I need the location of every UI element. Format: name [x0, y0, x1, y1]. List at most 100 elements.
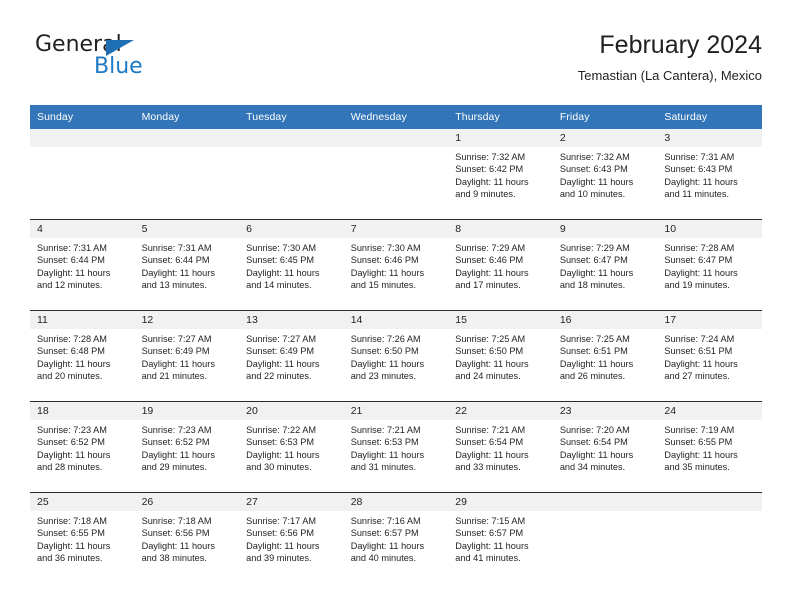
- calendar-day-cell[interactable]: 7 Sunrise: 7:30 AM Sunset: 6:46 PM Dayli…: [343, 220, 449, 311]
- calendar-day-cell[interactable]: 26 Sunrise: 7:18 AM Sunset: 6:56 PM Dayl…: [134, 493, 240, 584]
- calendar-day-cell[interactable]: 8 Sunrise: 7:29 AM Sunset: 6:46 PM Dayli…: [448, 220, 553, 311]
- daylight-text-line1: Daylight: 11 hours: [664, 176, 738, 187]
- calendar-day-cell[interactable]: 29 Sunrise: 7:15 AM Sunset: 6:57 PM Dayl…: [448, 493, 553, 584]
- sunrise-text: Sunrise: 7:26 AM: [350, 334, 421, 344]
- calendar-day-cell[interactable]: 2 Sunrise: 7:32 AM Sunset: 6:43 PM Dayli…: [552, 129, 658, 220]
- page-subtitle: Temastian (La Cantera), Mexico: [577, 68, 762, 83]
- calendar-day-cell[interactable]: 28 Sunrise: 7:16 AM Sunset: 6:57 PM Dayl…: [343, 493, 449, 584]
- sunrise-text: Sunrise: 7:27 AM: [246, 334, 317, 344]
- calendar-day-cell[interactable]: 1 Sunrise: 7:32 AM Sunset: 6:42 PM Dayli…: [448, 129, 553, 220]
- calendar-day-cell[interactable]: 24 Sunrise: 7:19 AM Sunset: 6:55 PM Dayl…: [657, 402, 762, 493]
- daylight-text-line1: Daylight: 11 hours: [141, 540, 215, 551]
- calendar-page: General Blue February 2024 Temastian (La…: [0, 0, 792, 612]
- day-details: Sunrise: 7:25 AM Sunset: 6:50 PM Dayligh…: [448, 329, 553, 382]
- calendar-day-cell[interactable]: 12 Sunrise: 7:27 AM Sunset: 6:49 PM Dayl…: [134, 311, 240, 402]
- calendar-day-cell[interactable]: 16 Sunrise: 7:25 AM Sunset: 6:51 PM Dayl…: [552, 311, 658, 402]
- calendar-day-cell[interactable]: 20 Sunrise: 7:22 AM Sunset: 6:53 PM Dayl…: [239, 402, 344, 493]
- sunset-text: Sunset: 6:54 PM: [559, 437, 628, 448]
- calendar-day-cell[interactable]: 11 Sunrise: 7:28 AM Sunset: 6:48 PM Dayl…: [30, 311, 135, 402]
- title-block: February 2024 Temastian (La Cantera), Me…: [578, 30, 762, 86]
- sunrise-text: Sunrise: 7:22 AM: [246, 425, 317, 435]
- day-details: [30, 147, 135, 151]
- daylight-text-line1: Daylight: 11 hours: [141, 267, 215, 278]
- calendar-day-cell[interactable]: 15 Sunrise: 7:25 AM Sunset: 6:50 PM Dayl…: [448, 311, 553, 402]
- day-number: 20: [239, 402, 344, 420]
- general-blue-logo[interactable]: General Blue: [35, 32, 265, 90]
- sunrise-text: Sunrise: 7:18 AM: [37, 516, 107, 526]
- sunrise-text: Sunrise: 7:25 AM: [455, 334, 526, 344]
- day-number: [552, 493, 658, 511]
- day-number: 1: [448, 129, 553, 147]
- calendar-day-cell[interactable]: 9 Sunrise: 7:29 AM Sunset: 6:47 PM Dayli…: [552, 220, 658, 311]
- calendar-day-cell[interactable]: 18 Sunrise: 7:23 AM Sunset: 6:52 PM Dayl…: [30, 402, 135, 493]
- daylight-text-line2: and 36 minutes.: [37, 553, 103, 564]
- daylight-text-line1: Daylight: 11 hours: [350, 540, 425, 551]
- day-details: Sunrise: 7:17 AM Sunset: 6:56 PM Dayligh…: [239, 511, 344, 564]
- calendar-day-cell[interactable]: 10 Sunrise: 7:28 AM Sunset: 6:47 PM Dayl…: [657, 220, 762, 311]
- calendar-day-cell[interactable]: 22 Sunrise: 7:21 AM Sunset: 6:54 PM Dayl…: [448, 402, 553, 493]
- calendar-day-cell[interactable]: 19 Sunrise: 7:23 AM Sunset: 6:52 PM Dayl…: [134, 402, 240, 493]
- day-details: [657, 511, 762, 515]
- day-details: Sunrise: 7:31 AM Sunset: 6:44 PM Dayligh…: [30, 238, 135, 291]
- calendar-day-cell[interactable]: 14 Sunrise: 7:26 AM Sunset: 6:50 PM Dayl…: [343, 311, 449, 402]
- calendar-week-row: 11 Sunrise: 7:28 AM Sunset: 6:48 PM Dayl…: [30, 310, 762, 402]
- day-number: 9: [552, 220, 658, 238]
- day-details: Sunrise: 7:19 AM Sunset: 6:55 PM Dayligh…: [657, 420, 762, 473]
- calendar-day-cell[interactable]: 17 Sunrise: 7:24 AM Sunset: 6:51 PM Dayl…: [657, 311, 762, 402]
- calendar-day-cell[interactable]: 25 Sunrise: 7:18 AM Sunset: 6:55 PM Dayl…: [30, 493, 135, 584]
- daylight-text-line1: Daylight: 11 hours: [664, 267, 738, 278]
- calendar-day-cell[interactable]: [134, 129, 240, 220]
- daylight-text-line1: Daylight: 11 hours: [455, 267, 529, 278]
- day-details: Sunrise: 7:31 AM Sunset: 6:43 PM Dayligh…: [657, 147, 762, 200]
- daylight-text-line1: Daylight: 11 hours: [246, 267, 320, 278]
- sunset-text: Sunset: 6:50 PM: [455, 346, 524, 357]
- day-number: 25: [30, 493, 135, 511]
- day-details: Sunrise: 7:32 AM Sunset: 6:42 PM Dayligh…: [448, 147, 553, 200]
- day-number: 5: [134, 220, 240, 238]
- sunrise-text: Sunrise: 7:24 AM: [664, 334, 735, 344]
- calendar-day-cell[interactable]: [239, 129, 344, 220]
- calendar-day-cell[interactable]: 5 Sunrise: 7:31 AM Sunset: 6:44 PM Dayli…: [134, 220, 240, 311]
- daylight-text-line1: Daylight: 11 hours: [141, 449, 215, 460]
- sunrise-text: Sunrise: 7:23 AM: [141, 425, 212, 435]
- day-details: [344, 147, 449, 151]
- day-details: Sunrise: 7:30 AM Sunset: 6:46 PM Dayligh…: [344, 238, 449, 291]
- calendar-day-cell[interactable]: [552, 493, 658, 584]
- calendar-day-cell[interactable]: 23 Sunrise: 7:20 AM Sunset: 6:54 PM Dayl…: [552, 402, 658, 493]
- calendar-day-cell[interactable]: 27 Sunrise: 7:17 AM Sunset: 6:56 PM Dayl…: [239, 493, 344, 584]
- day-details: Sunrise: 7:16 AM Sunset: 6:57 PM Dayligh…: [344, 511, 449, 564]
- calendar-week-row: 4 Sunrise: 7:31 AM Sunset: 6:44 PM Dayli…: [30, 219, 762, 311]
- day-details: [135, 147, 240, 151]
- calendar-day-cell[interactable]: 6 Sunrise: 7:30 AM Sunset: 6:45 PM Dayli…: [239, 220, 344, 311]
- calendar-day-cell[interactable]: [657, 493, 762, 584]
- calendar-day-cell[interactable]: [343, 129, 449, 220]
- sunset-text: Sunset: 6:44 PM: [37, 255, 105, 266]
- daylight-text-line1: Daylight: 11 hours: [559, 267, 634, 278]
- sunrise-text: Sunrise: 7:25 AM: [559, 334, 630, 344]
- day-number: 26: [134, 493, 240, 511]
- daylight-text-line1: Daylight: 11 hours: [350, 449, 425, 460]
- sunset-text: Sunset: 6:51 PM: [559, 346, 628, 357]
- calendar-header-row: Sunday Monday Tuesday Wednesday Thursday…: [30, 105, 762, 129]
- daylight-text-line1: Daylight: 11 hours: [455, 540, 529, 551]
- daylight-text-line2: and 14 minutes.: [246, 280, 312, 291]
- sunrise-text: Sunrise: 7:30 AM: [246, 243, 317, 253]
- daylight-text-line1: Daylight: 11 hours: [559, 176, 634, 187]
- sunset-text: Sunset: 6:57 PM: [350, 528, 419, 539]
- sunrise-text: Sunrise: 7:19 AM: [664, 425, 735, 435]
- weekday-header-sunday: Sunday: [30, 105, 135, 129]
- sunset-text: Sunset: 6:48 PM: [37, 346, 105, 357]
- calendar-day-cell[interactable]: 4 Sunrise: 7:31 AM Sunset: 6:44 PM Dayli…: [30, 220, 135, 311]
- daylight-text-line2: and 40 minutes.: [350, 553, 417, 564]
- calendar-day-cell[interactable]: 21 Sunrise: 7:21 AM Sunset: 6:53 PM Dayl…: [343, 402, 449, 493]
- day-number: 7: [343, 220, 449, 238]
- calendar-week-row: 25 Sunrise: 7:18 AM Sunset: 6:55 PM Dayl…: [30, 492, 762, 584]
- weekday-header-friday: Friday: [552, 105, 658, 129]
- daylight-text-line2: and 20 minutes.: [37, 371, 103, 382]
- calendar-day-cell[interactable]: 3 Sunrise: 7:31 AM Sunset: 6:43 PM Dayli…: [657, 129, 762, 220]
- calendar-day-cell[interactable]: 13 Sunrise: 7:27 AM Sunset: 6:49 PM Dayl…: [239, 311, 344, 402]
- sunrise-text: Sunrise: 7:23 AM: [37, 425, 107, 435]
- day-number: 13: [239, 311, 344, 329]
- calendar-day-cell[interactable]: [30, 129, 135, 220]
- sunset-text: Sunset: 6:52 PM: [141, 437, 210, 448]
